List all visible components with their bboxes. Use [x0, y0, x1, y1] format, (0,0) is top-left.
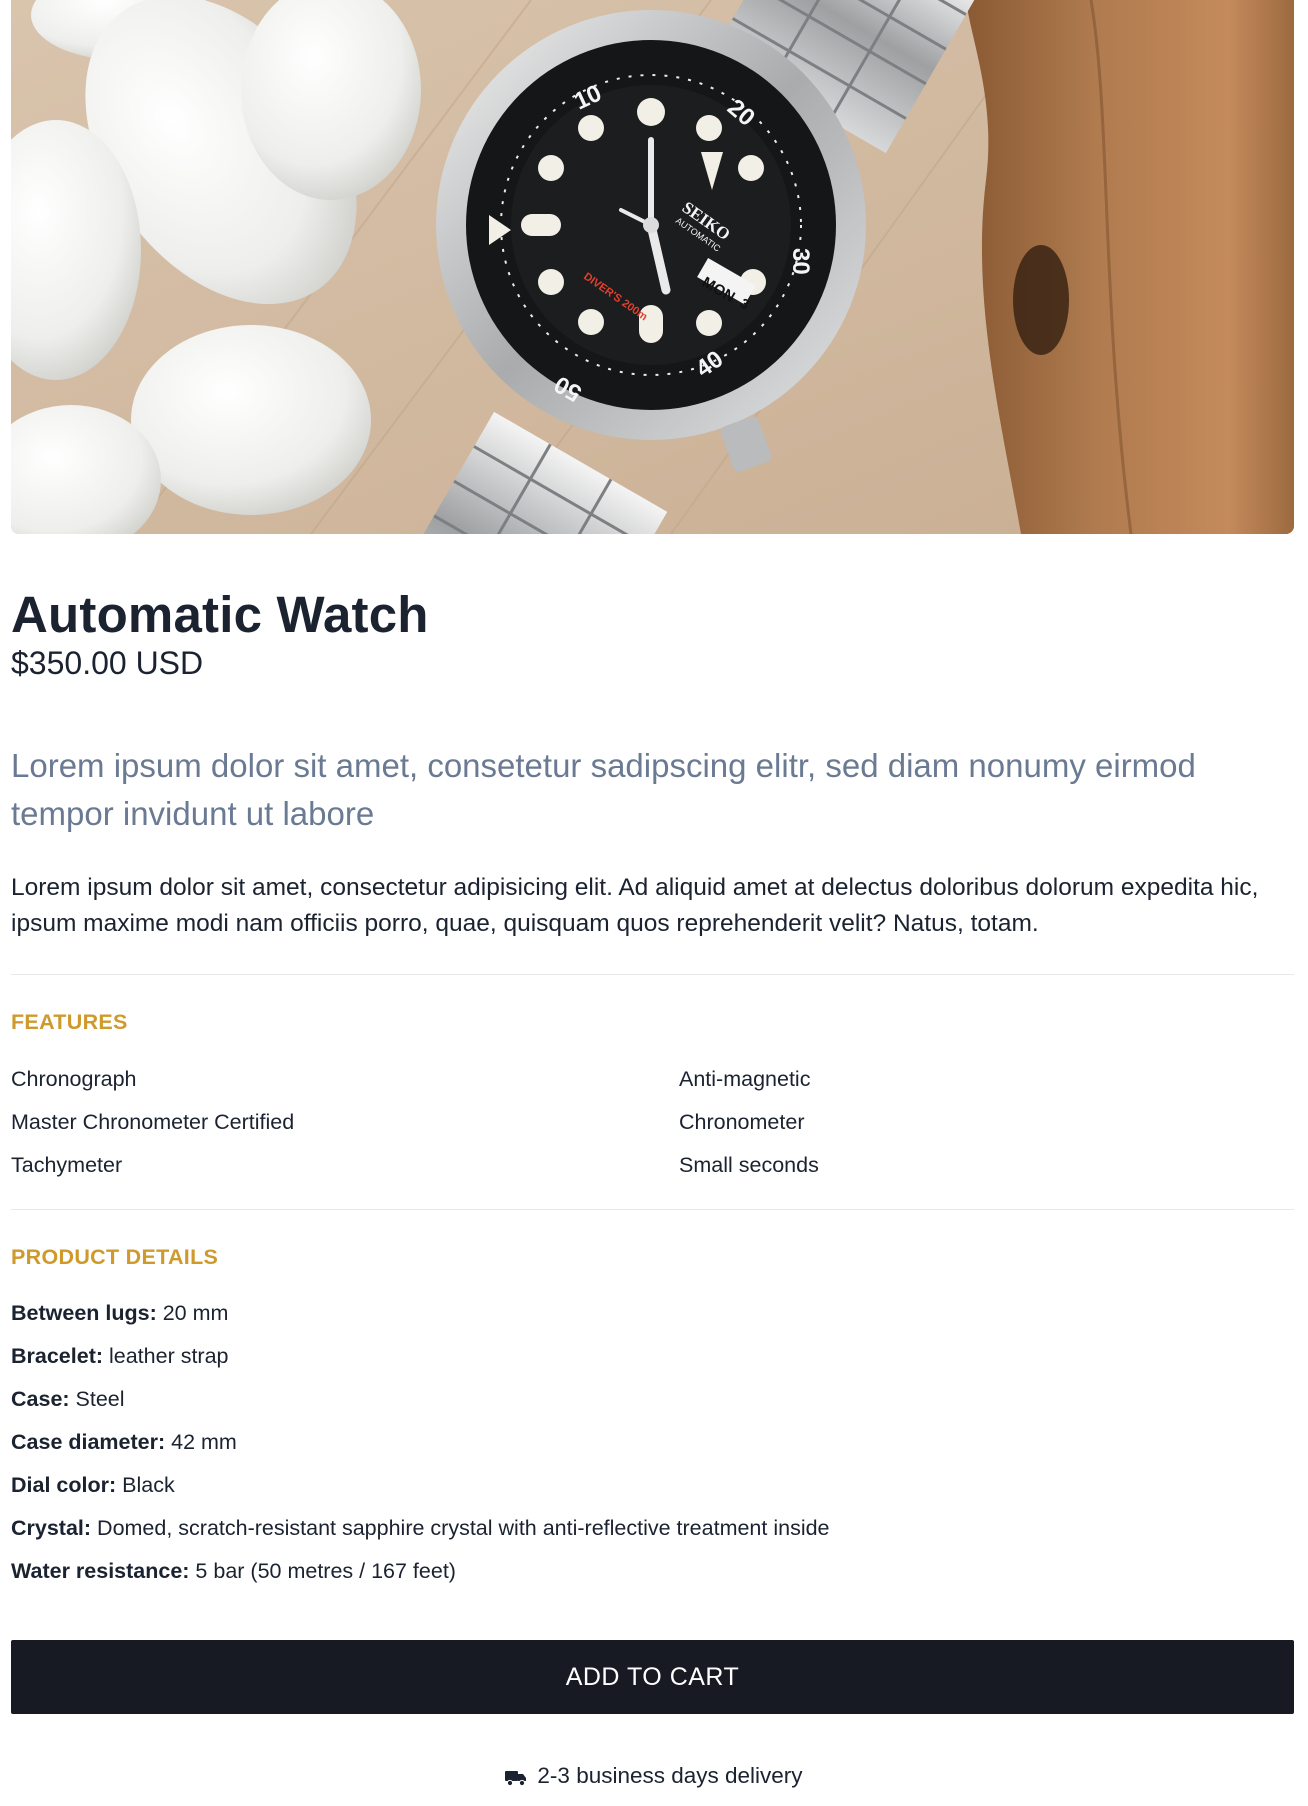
detail-row-case: Case: Steel — [11, 1378, 1294, 1421]
detail-row-between-lugs: Between lugs: 20 mm — [11, 1292, 1294, 1335]
divider — [11, 974, 1294, 975]
detail-key: Case diameter: — [11, 1430, 166, 1454]
features-list: Chronograph Anti-magnetic Master Chronom… — [11, 1058, 1294, 1187]
detail-row-water-resistance: Water resistance: 5 bar (50 metres / 167… — [11, 1550, 1294, 1593]
detail-key: Between lugs: — [11, 1301, 157, 1325]
detail-value: 42 mm — [165, 1430, 237, 1454]
detail-row-crystal: Crystal: Domed, scratch-resistant sapphi… — [11, 1507, 1294, 1550]
detail-value: leather strap — [103, 1344, 229, 1368]
product-image: SEIKO AUTOMATIC DIVER'S 200m MON 3 10 20… — [11, 0, 1294, 534]
divider — [11, 1209, 1294, 1210]
product-title: Automatic Watch — [11, 586, 429, 643]
feature-item: Chronograph — [11, 1067, 137, 1091]
product-price: $350.00 USD — [11, 645, 204, 681]
detail-value: Domed, scratch-resistant sapphire crysta… — [91, 1516, 830, 1540]
product-lead: Lorem ipsum dolor sit amet, consetetur s… — [11, 747, 1196, 832]
product-page: SEIKO AUTOMATIC DIVER'S 200m MON 3 10 20… — [0, 0, 1308, 1806]
detail-row-bracelet: Bracelet: leather strap — [11, 1335, 1294, 1378]
bezel-30-text: 30 — [787, 248, 814, 275]
detail-key: Bracelet: — [11, 1344, 104, 1368]
features-heading: FEATURES — [11, 1010, 128, 1034]
feature-item: Chronometer — [679, 1110, 805, 1134]
truck-icon — [505, 1766, 527, 1792]
detail-value: 5 bar (50 metres / 167 feet) — [189, 1559, 456, 1583]
detail-value: 20 mm — [156, 1301, 229, 1325]
feature-item: Tachymeter — [11, 1153, 123, 1177]
detail-row-dial-color: Dial color: Black — [11, 1464, 1294, 1507]
delivery-text: 2-3 business days delivery — [537, 1763, 803, 1788]
delivery-info: 2-3 business days delivery — [0, 1763, 1308, 1792]
details-list: Between lugs: 20 mm Bracelet: leather st… — [11, 1292, 1294, 1593]
feature-item: Anti-magnetic — [679, 1067, 811, 1091]
product-description: Lorem ipsum dolor sit amet, consectetur … — [11, 874, 1259, 937]
detail-row-case-diameter: Case diameter: 42 mm — [11, 1421, 1294, 1464]
detail-value: Black — [116, 1473, 175, 1497]
detail-key: Case: — [11, 1387, 70, 1411]
detail-key: Dial color: — [11, 1473, 117, 1497]
add-to-cart-button[interactable]: ADD TO CART — [11, 1640, 1294, 1714]
feature-item: Master Chronometer Certified — [11, 1110, 295, 1134]
detail-value: Steel — [69, 1387, 125, 1411]
feature-item: Small seconds — [679, 1153, 819, 1177]
detail-key: Water resistance: — [11, 1559, 190, 1583]
details-heading: PRODUCT DETAILS — [11, 1245, 219, 1269]
watch-photo: SEIKO AUTOMATIC DIVER'S 200m MON 3 10 20… — [11, 0, 1294, 534]
detail-key: Crystal: — [11, 1516, 92, 1540]
